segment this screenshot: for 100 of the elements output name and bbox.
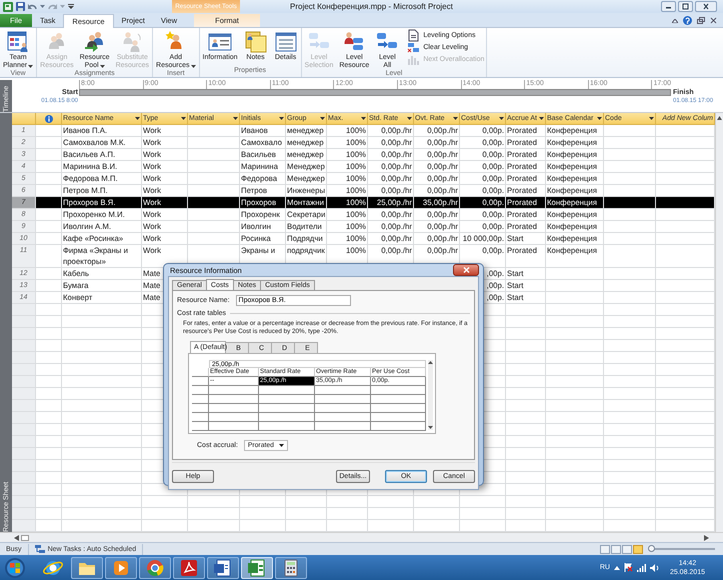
grid-cell[interactable] — [371, 395, 426, 404]
tasks-icon — [34, 545, 45, 553]
filter-caret-icon[interactable] — [320, 117, 325, 120]
restore-icon[interactable] — [697, 17, 705, 24]
caret-icon — [40, 5, 45, 8]
customize-caret-icon[interactable] — [68, 4, 74, 10]
caret-icon — [100, 64, 105, 68]
caret-icon — [190, 64, 196, 68]
row-header[interactable] — [192, 386, 209, 395]
grid-cell[interactable] — [259, 413, 315, 422]
filter-caret-icon[interactable] — [279, 117, 284, 120]
grid-cell[interactable] — [315, 404, 371, 413]
empty-cell — [604, 125, 656, 137]
help-icon[interactable] — [683, 16, 692, 25]
taskbar-app[interactable] — [71, 556, 103, 578]
view-button[interactable] — [633, 544, 643, 554]
filter-caret-icon[interactable] — [539, 117, 544, 120]
row-header[interactable] — [192, 377, 209, 386]
grid-cell[interactable] — [259, 404, 315, 413]
restore-icon[interactable] — [678, 1, 693, 12]
grid-cell[interactable] — [315, 422, 371, 431]
empty-cell — [604, 280, 656, 292]
filter-caret-icon[interactable] — [453, 117, 458, 120]
scrollbar[interactable] — [428, 360, 433, 430]
grid-cell[interactable] — [209, 386, 259, 395]
window-title: Project Конференция.mpp - Microsoft Project — [290, 2, 453, 11]
close-button[interactable] — [453, 264, 479, 276]
empty-cell — [188, 125, 240, 137]
arrow-right-icon[interactable] — [704, 534, 709, 540]
row-header[interactable] — [192, 395, 209, 404]
grid-cell[interactable] — [259, 395, 315, 404]
grid-cell[interactable] — [259, 422, 315, 431]
taskbar-app[interactable] — [139, 556, 171, 578]
close-icon — [462, 267, 470, 273]
empty-cell — [604, 209, 656, 221]
arrow-left-icon[interactable] — [14, 534, 19, 540]
caret-up-icon[interactable] — [672, 18, 678, 22]
row-header[interactable] — [192, 422, 209, 431]
empty-cell — [188, 221, 240, 233]
empty-cell — [188, 209, 240, 221]
slider-thumb[interactable] — [648, 545, 655, 552]
view-button[interactable] — [611, 544, 621, 554]
filter-caret-icon[interactable] — [597, 117, 602, 120]
redo-icon[interactable] — [48, 2, 57, 10]
document-icon — [407, 29, 420, 42]
caret-icon — [28, 64, 34, 68]
caret-icon — [60, 5, 65, 8]
filter-caret-icon[interactable] — [135, 117, 140, 120]
filter-caret-icon[interactable] — [649, 117, 654, 120]
grid-cell[interactable] — [209, 413, 259, 422]
view-button[interactable] — [622, 544, 632, 554]
empty-cell — [188, 149, 240, 161]
taskbar-app[interactable] — [105, 556, 137, 578]
signal-icon[interactable] — [636, 564, 646, 572]
grid-cell[interactable] — [315, 386, 371, 395]
empty-cell — [604, 161, 656, 173]
grid-cell[interactable] — [209, 422, 259, 431]
row-header[interactable] — [192, 413, 209, 422]
empty-cell — [604, 245, 656, 268]
empty-cell — [546, 280, 604, 292]
bar-chart-icon — [407, 53, 420, 66]
arrow-up-icon[interactable] — [717, 116, 722, 120]
horizontal-scrollbar[interactable] — [0, 532, 723, 542]
info-icon — [44, 114, 52, 122]
filter-caret-icon[interactable] — [499, 117, 504, 120]
view-button[interactable] — [600, 544, 610, 554]
start-icon[interactable] — [5, 558, 25, 578]
volume-icon[interactable] — [650, 564, 660, 572]
save-icon[interactable] — [16, 2, 25, 11]
row-header[interactable] — [192, 404, 209, 413]
minimize-icon[interactable] — [661, 1, 676, 12]
grid-cell[interactable] — [371, 404, 426, 413]
grid-cell[interactable] — [371, 413, 426, 422]
filter-caret-icon[interactable] — [181, 117, 186, 120]
scroll-thumb[interactable] — [21, 534, 29, 540]
grid-cell[interactable] — [209, 404, 259, 413]
app-icon[interactable] — [3, 2, 13, 12]
filter-caret-icon[interactable] — [361, 117, 366, 120]
flag-icon[interactable] — [624, 563, 633, 572]
empty-cell — [546, 292, 604, 304]
caret-up-icon[interactable] — [614, 566, 620, 570]
filter-caret-icon[interactable] — [407, 117, 412, 120]
empty-cell — [604, 221, 656, 233]
arrow-down-icon — [428, 426, 433, 429]
grid-cell[interactable] — [209, 395, 259, 404]
close-icon[interactable] — [695, 1, 717, 12]
grid-cell[interactable] — [315, 395, 371, 404]
empty-cell — [604, 292, 656, 304]
grid-cell[interactable] — [371, 386, 426, 395]
taskbar-app[interactable] — [275, 556, 307, 578]
undo-icon[interactable] — [28, 2, 37, 10]
vertical-scrollbar[interactable] — [715, 113, 723, 532]
grid-cell[interactable] — [315, 413, 371, 422]
close-icon[interactable] — [710, 17, 717, 24]
filter-caret-icon[interactable] — [233, 117, 238, 120]
calendar-icon — [6, 30, 30, 54]
grid-cell[interactable] — [371, 422, 426, 431]
taskbar-app[interactable] — [207, 556, 239, 578]
grid-cell[interactable] — [259, 386, 315, 395]
taskbar-app[interactable] — [173, 556, 205, 578]
